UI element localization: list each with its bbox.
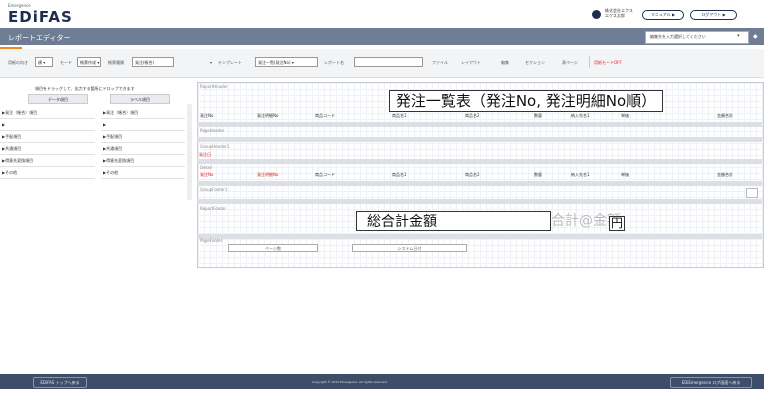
data-items-header: データ項目 [28,94,88,104]
user-name: エクス太郎 [605,13,625,18]
back-to-login-button[interactable]: EDiEmergence ログ画面へ戻る [670,377,752,388]
orientation-select[interactable]: 横 ▾ [35,57,53,67]
detail-cell[interactable]: 商品コード [315,172,335,178]
column-header[interactable]: 発注No [200,113,213,119]
list-item[interactable]: ▶発注（帳合）項目 [101,107,185,119]
category-caret-icon: ▾ [210,60,213,65]
detail-cell[interactable]: 数量 [534,172,542,178]
menu-layout[interactable]: レイアウト [461,60,481,66]
report-name-input[interactable] [354,57,423,67]
band-page-header: PageHeader [200,128,225,133]
group-date-field[interactable]: 発注日 [199,152,211,158]
panel-scrollbar[interactable] [187,104,192,200]
template-select[interactable]: 発注一覧(発注No) ▾ [255,57,318,67]
copyright-text: Copyright © 2015 Emergence. All rights r… [312,380,388,384]
list-item[interactable]: ▶その他 [0,167,95,179]
band-report-footer: ReportFooter [200,206,226,211]
system-date-field[interactable]: システム日付 [352,244,467,252]
detail-cell[interactable]: 商品名2 [465,172,480,178]
user-info: 株式会社エクス エクス太郎 [605,8,633,18]
detail-cell[interactable]: 金額合計 [717,172,733,178]
menu-file[interactable]: ファイル [432,60,448,66]
group-footer-field[interactable] [746,188,758,198]
toolbar-divider [589,56,590,68]
band-page-footer: PageFooter [200,238,223,243]
menu-page[interactable]: 表ページ [562,60,578,66]
drag-instruction: 項目をドラッグして、出力する箇所にドロップできます [35,86,135,91]
page-number-field[interactable]: ページ数 [228,244,318,252]
template-label: テンプレート [218,60,242,65]
detail-column-row: 発注No 発注明細No 商品コード 商品名1 商品名2 数量 納入先名1 単価 … [197,172,762,180]
list-item[interactable]: ▶その他 [101,167,185,179]
band-separator [197,122,762,127]
report-name-label: レポート名 [324,60,344,65]
total-amount-label[interactable]: 総合計金額 [356,211,551,231]
orientation-label: 用紙の向き [8,60,28,65]
mode-label: モード [60,60,72,65]
total-amount-value[interactable]: 合計@金額 [551,211,661,231]
chevron-down-icon: ▾ [737,33,740,39]
list-item[interactable]: ▶手配項目 [101,131,185,143]
list-item[interactable]: ▶ [101,119,185,131]
category-label: 帳票種類 [108,60,124,65]
label-items-list: ▶発注（帳合）項目 ▶ ▶手配項目 ▶共通項目 ▶得意先変換項目 ▶その他 [101,107,185,179]
detail-cell[interactable]: 商品名1 [392,172,407,178]
list-item[interactable]: ▶共通項目 [0,143,95,155]
detail-cell[interactable]: 単価 [621,172,629,178]
column-header[interactable]: 金額合計 [717,113,733,119]
list-item[interactable]: ▶得意先変換項目 [101,155,185,167]
column-header[interactable]: 商品名2 [465,113,480,119]
column-header[interactable]: 単価 [621,113,629,119]
label-items-header: ラベル項目 [110,94,170,104]
column-header[interactable]: 数量 [534,113,542,119]
user-icon [592,10,601,19]
column-header[interactable]: 納入先名1 [571,113,590,119]
band-report-header: ReportHeader [200,84,228,89]
back-to-top-button[interactable]: EDiFAS トップへ戻る [33,377,87,388]
detail-cell[interactable]: 発注No [200,172,213,178]
mode-select[interactable]: 帳票作成 ▾ [77,57,101,67]
app-logo[interactable]: EDiFAS [8,8,73,26]
menu-edit[interactable]: 編集 [501,60,509,66]
band-group-header: GroupHeader1 [200,144,230,149]
band-separator [197,137,762,142]
band-detail: Detail [200,165,212,170]
band-separator [197,199,762,204]
menu-section[interactable]: セクション [525,60,545,66]
detail-cell[interactable]: 納入先名1 [571,172,590,178]
list-item[interactable]: ▶得意先変換項目 [0,155,95,167]
manual-button[interactable]: マニュアル ▶ [642,10,684,20]
band-separator [197,234,762,239]
band-group-footer: GroupFooter1 [200,187,228,192]
target-select-placeholder: 編集先を入力選択してください [650,34,706,39]
menu-icon[interactable]: ◆ [753,33,758,40]
list-item[interactable]: ▶発注（帳合）項目 [0,107,95,119]
logout-button[interactable]: ログアウト ▶ [690,10,737,20]
column-header[interactable]: 商品コード [315,113,335,119]
paper-mode-toggle[interactable]: 用紙モードOFF [594,60,622,66]
header-column-row: 発注No 発注明細No 商品コード 商品名1 商品名2 数量 納入先名1 単価 … [197,113,762,121]
band-separator [197,159,762,164]
column-header[interactable]: 商品名1 [392,113,407,119]
list-item[interactable]: ▶手配項目 [0,131,95,143]
page-title: レポートエディター [8,34,71,42]
detail-cell[interactable]: 発注明細No [257,172,278,178]
report-title-field[interactable]: 発注一覧表（発注No, 発注明細No順） [389,90,663,112]
category-select[interactable]: 発注(帳合) [132,57,174,67]
currency-yen-label[interactable]: 円 [609,216,625,231]
band-separator [197,181,762,186]
list-item[interactable]: ▶ [0,119,95,131]
data-items-list: ▶発注（帳合）項目 ▶ ▶手配項目 ▶共通項目 ▶得意先変換項目 ▶その他 [0,107,95,179]
list-item[interactable]: ▶共通項目 [101,143,185,155]
column-header[interactable]: 発注明細No [257,113,278,119]
